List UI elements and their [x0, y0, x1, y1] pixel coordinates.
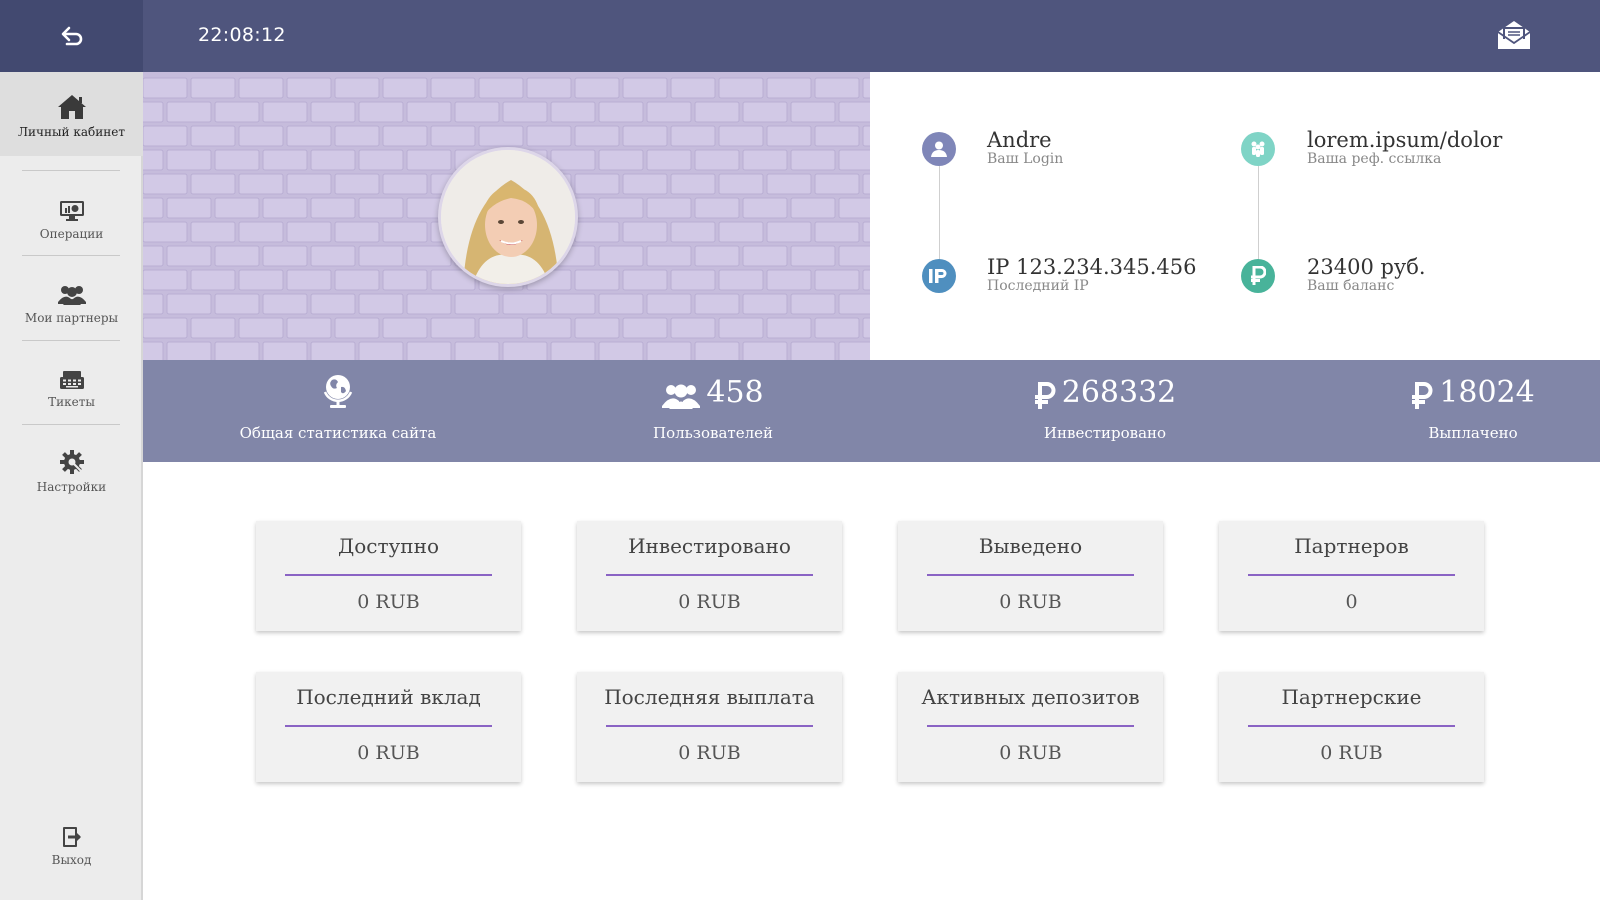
ruble-icon [1251, 266, 1266, 285]
undo-arrow-icon [61, 26, 82, 46]
monitor-chart-icon [59, 200, 84, 221]
card-partners: Партнеров 0 [1219, 521, 1484, 631]
ip-badge [922, 259, 956, 293]
invested-total: 268332 [1061, 375, 1177, 410]
card-title: Партнеров [1294, 534, 1409, 558]
clock: 22:08:12 [198, 24, 286, 46]
card-divider [285, 574, 492, 576]
profile-banner [143, 72, 870, 360]
user-photo [441, 150, 575, 284]
card-title: Активных депозитов [921, 685, 1140, 709]
card-value: 0 RUB [357, 742, 420, 764]
stat-paid: 18024 Выплачено [1343, 360, 1600, 462]
ruble-icon [1034, 382, 1056, 409]
card-value: 0 RUB [678, 591, 741, 613]
invested-caption: Инвестировано [1043, 424, 1167, 442]
ruble-icon [1412, 382, 1433, 409]
balance-badge [1241, 259, 1275, 293]
site-stats-title: Общая статистика сайта [223, 360, 453, 462]
sidebar-item-settings[interactable]: Настройки [0, 427, 143, 511]
card-divider [606, 574, 813, 576]
ip-icon [929, 269, 947, 283]
card-divider [1248, 574, 1455, 576]
sidebar-item-label: Настройки [36, 479, 107, 494]
card-partner-earnings: Партнерские 0 RUB [1219, 672, 1484, 782]
mail-button[interactable] [1497, 20, 1531, 50]
keyboard-icon [59, 370, 84, 389]
users-count: 458 [706, 375, 764, 410]
card-title: Выведено [978, 534, 1083, 558]
card-title: Последний вклад [296, 685, 481, 709]
balance-value: 23400 руб. [1307, 255, 1426, 279]
sidebar-item-partners[interactable]: Мои партнеры [0, 258, 143, 342]
card-value: 0 RUB [1320, 742, 1383, 764]
sidebar-divider [22, 255, 120, 256]
card-divider [927, 725, 1134, 727]
card-value: 0 RUB [357, 591, 420, 613]
avatar[interactable] [438, 147, 578, 287]
card-value: 0 RUB [999, 591, 1062, 613]
ip-label: Последний IP [987, 278, 1089, 294]
sidebar-item-label: Тикеты [48, 394, 95, 409]
login-badge [922, 132, 956, 166]
card-available: Доступно 0 RUB [256, 521, 521, 631]
users-icon [662, 384, 701, 409]
sidebar: Личный кабинет Операции Мои партнеры Тик… [0, 72, 153, 900]
sidebar-divider [22, 170, 120, 171]
user-icon [931, 141, 947, 157]
globe-icon [323, 375, 353, 408]
balance-label: Ваш баланс [1307, 278, 1395, 294]
card-title: Партнерские [1281, 685, 1422, 709]
gear-icon [59, 449, 84, 474]
card-last-payout: Последняя выплата 0 RUB [577, 672, 842, 782]
site-stats-caption: Общая статистика сайта [239, 424, 437, 442]
user-info-panel: Andre Ваш Login IP 123.234.345.456 После… [870, 72, 1600, 360]
card-title: Инвестировано [628, 534, 791, 558]
card-divider [927, 574, 1134, 576]
sidebar-divider [22, 340, 120, 341]
card-active-deposits: Активных депозитов 0 RUB [898, 672, 1163, 782]
users-icon [57, 285, 86, 305]
card-value: 0 RUB [999, 742, 1062, 764]
card-invested: Инвестировано 0 RUB [577, 521, 842, 631]
card-divider [606, 725, 813, 727]
paid-caption: Выплачено [1428, 424, 1518, 442]
card-value: 0 RUB [678, 742, 741, 764]
sidebar-item-operations[interactable]: Операции [0, 174, 143, 258]
stat-users: 458 Пользователей [583, 360, 843, 462]
ip-value: IP 123.234.345.456 [987, 255, 1197, 279]
top-bar: 22:08:12 [0, 0, 1600, 72]
login-value: Andre [987, 128, 1052, 152]
site-stats-strip: Общая статистика сайта 458 Пользователей… [143, 360, 1600, 462]
back-button[interactable] [0, 0, 143, 72]
card-title: Доступно [337, 534, 440, 558]
logout-button[interactable]: Выход [0, 800, 143, 884]
sidebar-item-label: Мои партнеры [24, 310, 119, 325]
referral-users-icon [1251, 141, 1265, 157]
ref-link-label: Ваша реф. ссылка [1307, 151, 1442, 167]
sidebar-item-label: Операции [39, 226, 104, 241]
login-label: Ваш Login [987, 151, 1064, 167]
ref-badge [1241, 132, 1275, 166]
logout-label: Выход [51, 852, 92, 867]
envelope-open-icon [1497, 21, 1531, 49]
sidebar-item-label: Личный кабинет [18, 124, 125, 139]
sidebar-divider [22, 424, 120, 425]
ref-link-value[interactable]: lorem.ipsum/dolor [1307, 128, 1502, 152]
sidebar-item-dashboard[interactable]: Личный кабинет [0, 72, 153, 156]
card-title: Последняя выплата [604, 685, 815, 709]
card-divider [1248, 725, 1455, 727]
users-caption: Пользователей [653, 424, 773, 442]
card-divider [285, 725, 492, 727]
sidebar-item-tickets[interactable]: Тикеты [0, 342, 143, 426]
sign-out-icon [62, 826, 81, 847]
card-last-deposit: Последний вклад 0 RUB [256, 672, 521, 782]
card-value: 0 [1345, 591, 1358, 613]
stat-invested: 268332 Инвестировано [975, 360, 1235, 462]
home-icon [57, 94, 86, 119]
card-withdrawn: Выведено 0 RUB [898, 521, 1163, 631]
paid-total: 18024 [1439, 375, 1535, 410]
